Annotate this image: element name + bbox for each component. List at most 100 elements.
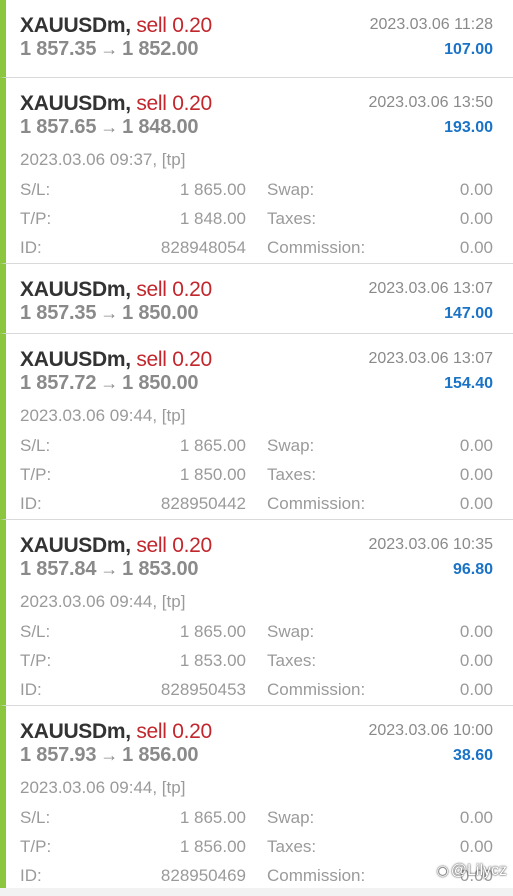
id-label: ID:	[20, 238, 42, 257]
open-time: 2023.03.06 09:44, [tp]	[20, 778, 186, 797]
detail-row: ID: 828950469 Commission: 0.00	[20, 866, 493, 888]
commission-label: Commission:	[267, 238, 366, 257]
taxes-label: Taxes:	[267, 651, 317, 670]
close-price: 1 856.00	[122, 744, 199, 766]
trade-action: sell 0.20	[136, 92, 212, 115]
sl-label: S/L:	[20, 436, 51, 455]
taxes-value: 0.00	[459, 651, 493, 670]
arrow-right-icon: →	[100, 745, 119, 765]
detail-row: S/L: 1 865.00 Swap: 0.00	[20, 622, 493, 644]
swap-value: 0.00	[459, 436, 493, 455]
profit-value: 147.00	[444, 305, 493, 322]
trade-prices: 1 857.72 → 1 850.00	[20, 372, 199, 395]
symbol-label: XAUUSDm,	[20, 348, 131, 371]
trade-item[interactable]: XAUUSDm, sell 0.20 1 857.35 → 1 850.00 202…	[0, 264, 513, 334]
tp-label: T/P:	[20, 209, 52, 228]
profit-value: 38.60	[452, 747, 493, 764]
close-time: 2023.03.06 13:50	[368, 94, 493, 111]
id-value: 828950442	[160, 494, 246, 513]
sl-value: 1 865.00	[179, 436, 246, 455]
arrow-right-icon: →	[100, 117, 119, 137]
open-price: 1 857.35	[20, 38, 97, 60]
tp-value: 1 848.00	[179, 209, 246, 228]
detail-row: ID: 828948054 Commission: 0.00	[20, 238, 493, 260]
trade-item[interactable]: XAUUSDm, sell 0.20 1 857.35 → 1 852.00 202…	[0, 0, 513, 78]
id-value: 828948054	[160, 238, 246, 257]
trade-symbol: XAUUSDm, sell 0.20	[20, 720, 212, 744]
trade-action: sell 0.20	[136, 720, 212, 743]
trade-prices: 1 857.35 → 1 850.00	[20, 302, 199, 325]
swap-label: Swap:	[267, 622, 315, 641]
trade-prices: 1 857.65 → 1 848.00	[20, 116, 199, 139]
trade-details: 2023.03.06 09:37, [tp] S/L: 1 865.00 Swa…	[6, 146, 513, 264]
trade-action: sell 0.20	[136, 14, 212, 37]
swap-label: Swap:	[267, 436, 315, 455]
sl-value: 1 865.00	[179, 622, 246, 641]
taxes-value: 0.00	[459, 465, 493, 484]
sl-label: S/L:	[20, 180, 51, 199]
swap-label: Swap:	[267, 180, 315, 199]
detail-row: ID: 828950453 Commission: 0.00	[20, 680, 493, 702]
trade-header: XAUUSDm, sell 0.20 1 857.65 → 1 848.00 202…	[6, 78, 513, 146]
sl-label: S/L:	[20, 622, 51, 641]
weibo-icon: ◉	[436, 862, 449, 878]
close-price: 1 852.00	[122, 38, 199, 60]
trade-action: sell 0.20	[136, 534, 212, 557]
detail-row: T/P: 1 856.00 Taxes: 0.00	[20, 837, 493, 859]
taxes-label: Taxes:	[267, 465, 317, 484]
trade-prices: 1 857.84 → 1 853.00	[20, 558, 199, 581]
list-bottom-edge	[0, 888, 513, 896]
trade-item[interactable]: XAUUSDm, sell 0.20 1 857.84 → 1 853.00 202…	[0, 520, 513, 706]
trade-header: XAUUSDm, sell 0.20 1 857.84 → 1 853.00 202…	[6, 520, 513, 588]
detail-row: S/L: 1 865.00 Swap: 0.00	[20, 436, 493, 458]
arrow-right-icon: →	[100, 39, 119, 59]
profit-value: 107.00	[444, 41, 493, 58]
trade-symbol: XAUUSDm, sell 0.20	[20, 348, 212, 372]
open-price: 1 857.35	[20, 302, 97, 324]
tp-value: 1 850.00	[179, 465, 246, 484]
tp-value: 1 856.00	[179, 837, 246, 856]
symbol-label: XAUUSDm,	[20, 534, 131, 557]
symbol-label: XAUUSDm,	[20, 92, 131, 115]
sl-value: 1 865.00	[179, 180, 246, 199]
close-time: 2023.03.06 10:00	[368, 722, 493, 739]
close-time: 2023.03.06 10:35	[368, 536, 493, 553]
trade-symbol: XAUUSDm, sell 0.20	[20, 92, 212, 116]
open-price: 1 857.93	[20, 744, 97, 766]
detail-row: ID: 828950442 Commission: 0.00	[20, 494, 493, 516]
arrow-right-icon: →	[100, 373, 119, 393]
close-price: 1 850.00	[122, 302, 199, 324]
profit-value: 154.40	[444, 375, 493, 392]
detail-row: S/L: 1 865.00 Swap: 0.00	[20, 808, 493, 830]
trade-details: 2023.03.06 09:44, [tp] S/L: 1 865.00 Swa…	[6, 402, 513, 520]
commission-value: 0.00	[459, 494, 493, 513]
trade-item[interactable]: XAUUSDm, sell 0.20 1 857.72 → 1 850.00 202…	[0, 334, 513, 520]
open-price: 1 857.65	[20, 116, 97, 138]
symbol-label: XAUUSDm,	[20, 278, 131, 301]
profit-value: 96.80	[452, 561, 493, 578]
id-label: ID:	[20, 866, 42, 885]
tp-label: T/P:	[20, 651, 52, 670]
commission-label: Commission:	[267, 680, 366, 699]
trade-history-list: XAUUSDm, sell 0.20 1 857.35 → 1 852.00 202…	[0, 0, 513, 892]
id-label: ID:	[20, 680, 42, 699]
commission-value: 0.00	[459, 680, 493, 699]
trade-item[interactable]: XAUUSDm, sell 0.20 1 857.65 → 1 848.00 202…	[0, 78, 513, 264]
trade-action: sell 0.20	[136, 348, 212, 371]
commission-value: 0.00	[459, 238, 493, 257]
open-time: 2023.03.06 09:44, [tp]	[20, 592, 186, 611]
swap-value: 0.00	[459, 622, 493, 641]
tp-label: T/P:	[20, 837, 52, 856]
detail-row: T/P: 1 853.00 Taxes: 0.00	[20, 651, 493, 673]
close-time: 2023.03.06 13:07	[368, 350, 493, 367]
swap-label: Swap:	[267, 808, 315, 827]
taxes-value: 0.00	[459, 837, 493, 856]
arrow-right-icon: →	[100, 303, 119, 323]
id-value: 828950453	[160, 680, 246, 699]
profit-value: 193.00	[444, 119, 493, 136]
id-value: 828950469	[160, 866, 246, 885]
taxes-label: Taxes:	[267, 209, 317, 228]
watermark-text: @Lilycz	[450, 862, 507, 879]
swap-value: 0.00	[459, 808, 493, 827]
swap-value: 0.00	[459, 180, 493, 199]
